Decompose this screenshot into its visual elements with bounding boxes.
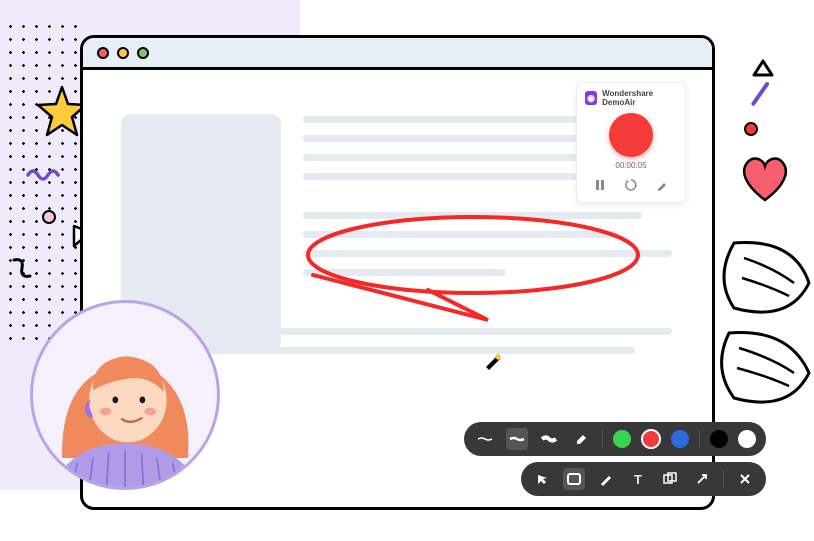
presenter-avatar (30, 300, 220, 490)
restart-button[interactable] (622, 176, 640, 194)
color-green[interactable] (613, 430, 631, 448)
close-window-button[interactable] (97, 47, 109, 59)
close-toolbar-button[interactable] (734, 468, 756, 490)
pen-tool[interactable] (595, 468, 617, 490)
select-tool[interactable] (531, 468, 553, 490)
color-black[interactable] (710, 430, 728, 448)
arrow-tool[interactable] (691, 468, 713, 490)
maximize-window-button[interactable] (137, 47, 149, 59)
squiggle-icon (26, 165, 62, 186)
squiggle-icon (10, 256, 36, 285)
minimize-window-button[interactable] (117, 47, 129, 59)
medium-line-tool[interactable] (506, 428, 528, 450)
app-logo-icon: ◉ (585, 91, 597, 105)
color-white[interactable] (738, 430, 756, 448)
eraser-tool[interactable] (570, 428, 592, 450)
annotation-toolbar: T (521, 462, 766, 496)
drawing-style-toolbar (464, 422, 766, 456)
color-red[interactable] (641, 429, 661, 449)
window-titlebar (83, 38, 712, 70)
color-blue[interactable] (671, 430, 689, 448)
heart-icon (736, 150, 794, 208)
line-icon (751, 81, 770, 106)
rectangle-tool[interactable] (563, 468, 585, 490)
shape-tool[interactable] (659, 468, 681, 490)
record-button[interactable] (609, 113, 653, 157)
triangle-icon (752, 58, 774, 83)
pause-button[interactable] (591, 176, 609, 194)
app-name: Wondershare DemoAir (602, 89, 677, 107)
draw-button[interactable] (653, 176, 671, 194)
pen-cursor-icon (483, 350, 503, 370)
circle-icon (42, 210, 56, 224)
thin-line-tool[interactable] (474, 428, 496, 450)
recording-panel: ◉ Wondershare DemoAir 00:00:05 (576, 82, 686, 203)
circle-icon (744, 122, 758, 136)
recording-timer: 00:00:05 (585, 161, 677, 170)
text-tool[interactable]: T (627, 468, 649, 490)
thick-line-tool[interactable] (538, 428, 560, 450)
